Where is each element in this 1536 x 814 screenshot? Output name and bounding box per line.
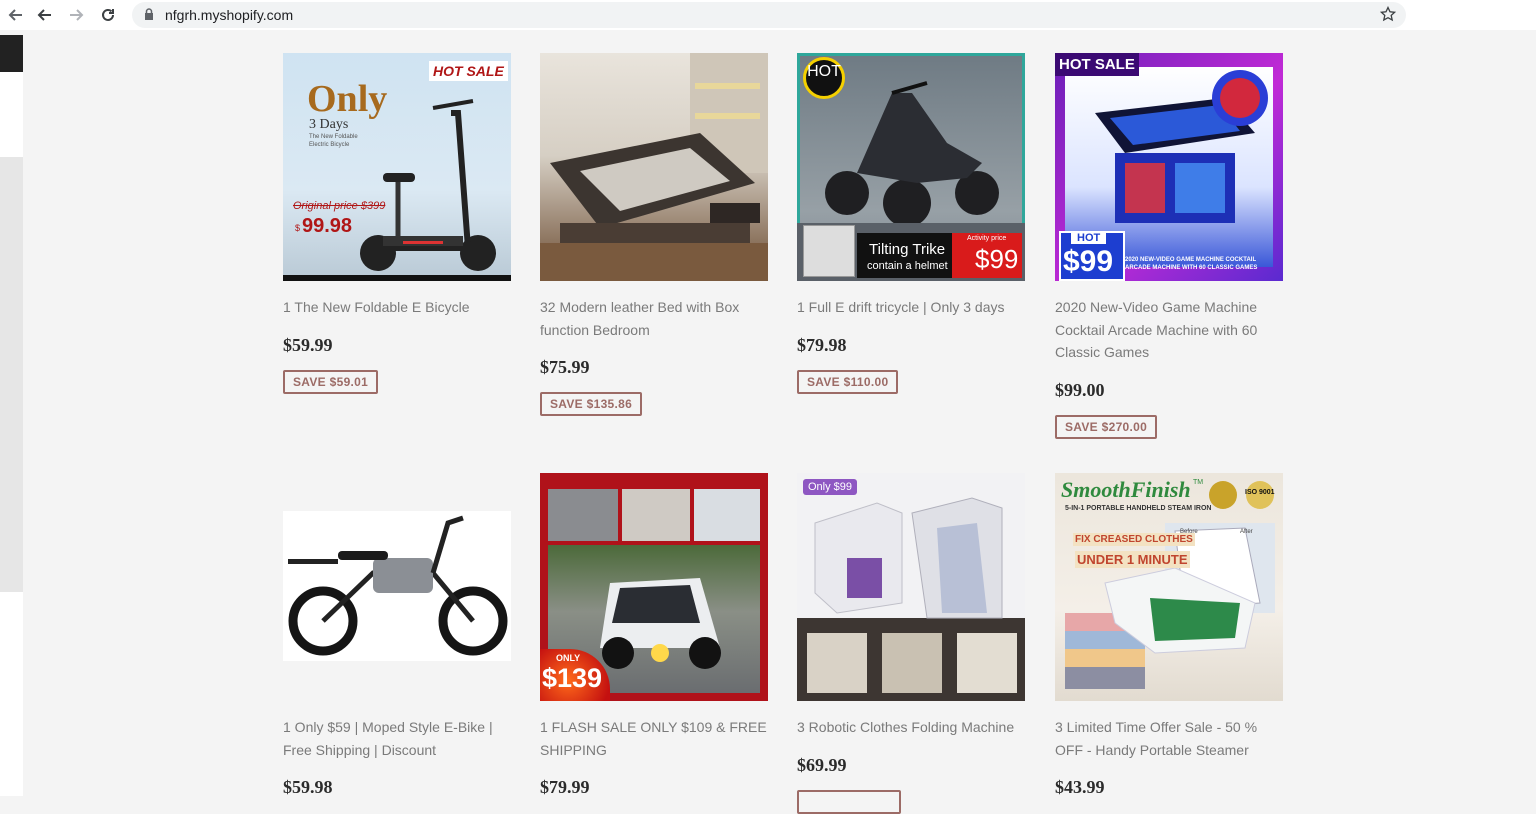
side-panel-white xyxy=(0,592,23,796)
bed-illustration xyxy=(540,53,768,281)
forward-icon[interactable] xyxy=(64,3,88,27)
ebike-illustration xyxy=(288,515,508,656)
product-image[interactable]: ONLY $139 xyxy=(540,473,768,701)
product-price: $43.99 xyxy=(1055,777,1105,797)
product-image[interactable]: HOT Tilting Trike contain a helmet Activ… xyxy=(797,53,1025,281)
image-currency: $ xyxy=(295,223,301,233)
back-icon[interactable] xyxy=(4,3,28,27)
product-price: $79.99 xyxy=(540,777,590,797)
hot-sale-badge: HOT SALE xyxy=(1055,53,1139,76)
bookmark-star-icon[interactable] xyxy=(1379,5,1397,27)
product-price: $59.99 xyxy=(283,335,333,355)
product-image[interactable] xyxy=(540,53,768,281)
back-arrow-icon[interactable] xyxy=(33,3,57,27)
only-label: ONLY xyxy=(556,653,581,663)
side-panel-gray xyxy=(0,157,23,592)
hot-label: HOT xyxy=(1071,232,1107,244)
side-header-fragment xyxy=(0,35,23,72)
save-badge: SAVE $110.00 xyxy=(797,370,899,394)
product-image[interactable]: SmoothFinish TM 5-IN-1 PORTABLE HANDHELD… xyxy=(1055,473,1283,701)
product-title[interactable]: 1 FLASH SALE ONLY $109 & FREE SHIPPING xyxy=(540,716,768,761)
promo-sub: 3 Days xyxy=(309,117,349,132)
hot-badge: HOT xyxy=(803,57,845,99)
browser-toolbar: nfgrh.myshopify.com xyxy=(0,0,1536,30)
after-label: After xyxy=(1240,529,1253,535)
brand-logo: SmoothFinish xyxy=(1061,477,1191,502)
trike-note: contain a helmet xyxy=(867,260,948,272)
save-badge: SAVE $59.01 xyxy=(283,370,379,394)
product-title[interactable]: 32 Modern leather Bed with Box function … xyxy=(540,296,768,341)
promo-line-1: FIX CREASED CLOTHES xyxy=(1073,533,1195,546)
only-price-badge: Only $99 xyxy=(803,479,858,495)
tagline: 5-IN-1 PORTABLE HANDHELD STEAM IRON xyxy=(1065,505,1212,512)
product-price: $69.99 xyxy=(797,755,847,775)
url-text: nfgrh.myshopify.com xyxy=(165,7,294,23)
iso-badge: ISO 9001 xyxy=(1245,489,1275,496)
folding-machine-illustration xyxy=(797,497,1025,701)
arcade-caption: 2020 NEW-VIDEO GAME MACHINE COCKTAIL ARC… xyxy=(1125,257,1258,271)
product-title[interactable]: 1 Full E drift tricycle | Only 3 days xyxy=(797,296,1025,319)
product-price: $79.98 xyxy=(797,335,847,355)
hot-sale-badge: HOT SALE xyxy=(429,61,508,81)
trike-name: Tilting Trike xyxy=(869,241,946,258)
product-image[interactable] xyxy=(283,473,511,701)
lock-icon xyxy=(144,8,154,26)
helmet-thumbnail xyxy=(803,225,855,277)
original-price: Original price $399 xyxy=(293,200,386,212)
product-title[interactable]: 3 Limited Time Offer Sale - 50 % OFF - H… xyxy=(1055,716,1283,761)
image-price: $139 xyxy=(542,663,603,693)
side-panel-fragment xyxy=(0,72,23,157)
promo-caption: The New Foldable Electric Bicycle xyxy=(309,134,358,148)
product-price: $75.99 xyxy=(540,357,590,377)
product-title[interactable]: 2020 New-Video Game Machine Cocktail Arc… xyxy=(1055,296,1283,364)
image-price: $99 xyxy=(1063,245,1114,278)
promo-headline: Only xyxy=(307,78,388,120)
product-title[interactable]: 3 Robotic Clothes Folding Machine xyxy=(797,716,1025,739)
product-price: $99.00 xyxy=(1055,380,1105,400)
product-title[interactable]: 1 The New Foldable E Bicycle xyxy=(283,296,511,319)
before-label: Before xyxy=(1180,529,1198,535)
product-image[interactable]: HOT SALE HOT $99 2020 NEW-VIDEO GAME MAC… xyxy=(1055,53,1283,281)
promo-line-2: UNDER 1 MINUTE xyxy=(1075,551,1190,568)
save-badge: SAVE $135.86 xyxy=(540,392,643,416)
save-badge xyxy=(797,790,901,814)
reload-icon[interactable] xyxy=(96,3,120,27)
product-image[interactable]: HOT SALE Only 3 Days The New Foldable El… xyxy=(283,53,511,281)
save-badge: SAVE $270.00 xyxy=(1055,415,1158,439)
product-price: $59.98 xyxy=(283,777,333,797)
product-image[interactable]: Only $99 xyxy=(797,473,1025,701)
activity-label: Activity price xyxy=(967,235,1007,242)
image-price: 99.98 xyxy=(302,215,353,237)
product-title[interactable]: 1 Only $59 | Moped Style E-Bike | Free S… xyxy=(283,716,511,761)
address-bar[interactable]: nfgrh.myshopify.com xyxy=(132,2,1406,28)
trademark: TM xyxy=(1193,479,1204,486)
activity-price: $99 xyxy=(975,244,1019,274)
